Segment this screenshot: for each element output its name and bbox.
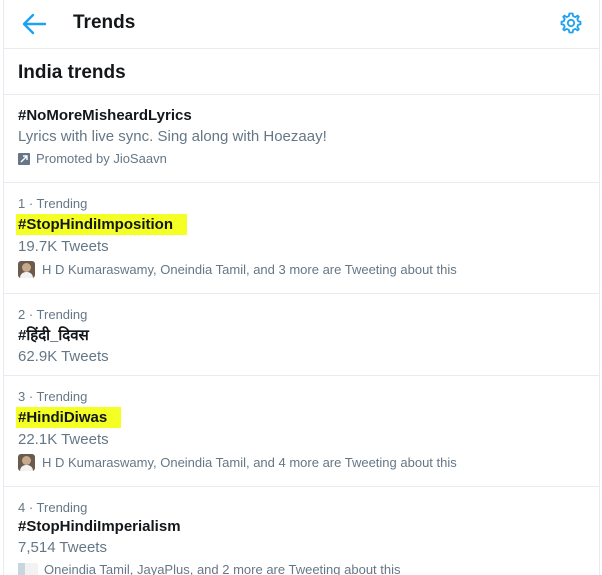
section-title: India trends [4,49,599,95]
gear-icon[interactable] [559,11,583,35]
trend-hashtag[interactable]: #हिंदी_दिवस [18,325,89,345]
back-arrow-icon[interactable] [20,11,48,37]
trend-tweet-count: 7,514 Tweets [18,539,107,556]
promoted-icon [18,152,30,165]
trend-people[interactable]: H D Kumaraswamy, Oneindia Tamil, and 3 m… [18,261,599,278]
trend-meta: 3 · Trending [18,389,88,404]
trend-hashtag[interactable]: #NoMoreMisheardLyrics [18,107,192,124]
trend-item-2[interactable]: 2 · Trending #हिंदी_दिवस 62.9K Tweets [4,294,599,376]
trend-item-3[interactable]: 3 · Trending #HindiDiwas 22.1K Tweets H … [4,376,599,487]
trend-hashtag[interactable]: #HindiDiwas [16,407,122,428]
trend-meta: 1 · Trending [18,196,88,211]
trend-meta: 2 · Trending [18,307,88,322]
promoted-description: Lyrics with live sync. Sing along with H… [18,128,327,145]
trend-tweet-count: 19.7K Tweets [18,238,109,255]
trend-item-4[interactable]: 4 · Trending #StopHindiImperialism 7,514… [4,487,599,575]
trend-people-text: H D Kumaraswamy, Oneindia Tamil, and 3 m… [42,262,457,277]
avatar [18,261,35,278]
trend-hashtag[interactable]: #StopHindiImposition [16,214,187,235]
promoted-trend[interactable]: #NoMoreMisheardLyrics Lyrics with live s… [4,95,599,183]
trend-meta: 4 · Trending [18,500,88,515]
avatar [18,563,38,575]
trend-tweet-count: 22.1K Tweets [18,431,109,448]
promoted-by-label: Promoted by JioSaavn [36,151,167,166]
trends-panel: Trends India trends #NoMoreMisheardLyric… [3,0,600,575]
promoted-by[interactable]: Promoted by JioSaavn [18,151,599,166]
avatar [18,454,35,471]
header: Trends [4,0,599,49]
trend-people[interactable]: Oneindia Tamil, JayaPlus, and 2 more are… [18,562,599,575]
trend-people-text: Oneindia Tamil, JayaPlus, and 2 more are… [44,562,401,575]
trend-item-1[interactable]: 1 · Trending #StopHindiImposition 19.7K … [4,183,599,294]
trend-people[interactable]: H D Kumaraswamy, Oneindia Tamil, and 4 m… [18,454,599,471]
trend-tweet-count: 62.9K Tweets [18,348,109,365]
trend-people-text: H D Kumaraswamy, Oneindia Tamil, and 4 m… [42,455,457,470]
trend-hashtag[interactable]: #StopHindiImperialism [18,518,181,535]
page-title: Trends [73,12,136,33]
